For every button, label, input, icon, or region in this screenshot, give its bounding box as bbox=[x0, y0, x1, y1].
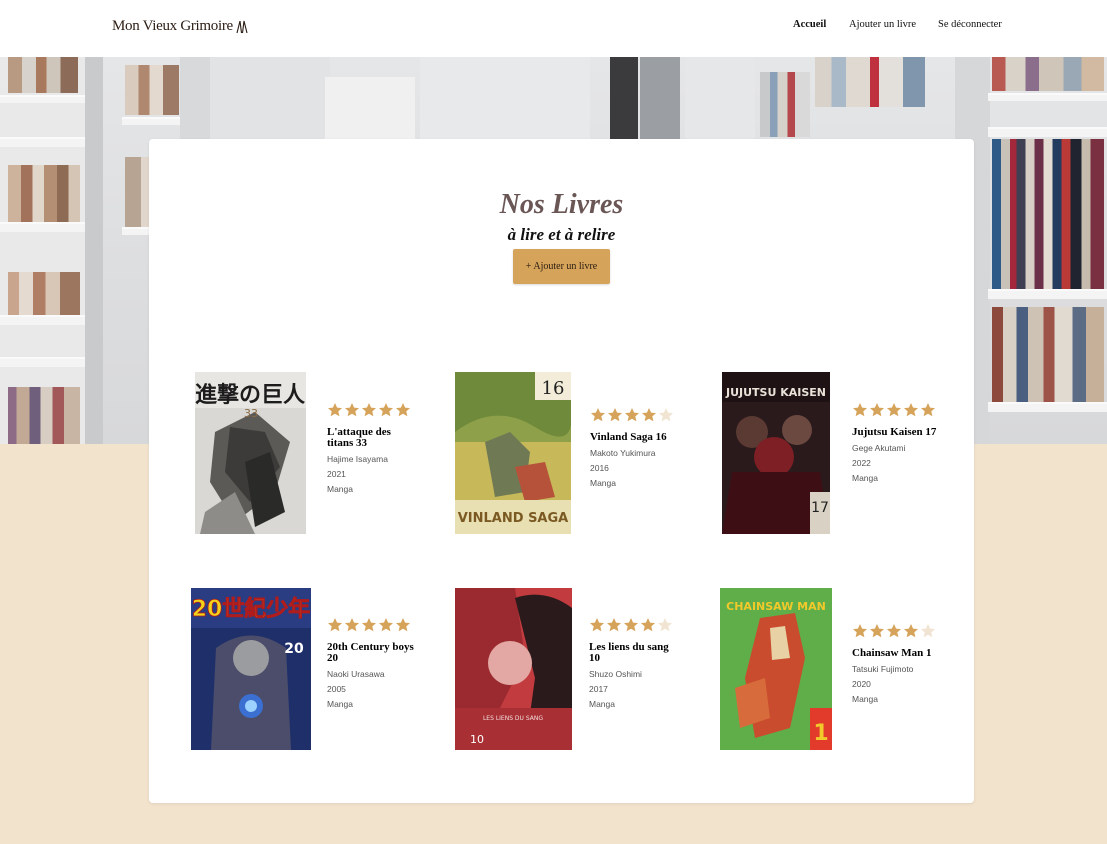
star-filled-icon bbox=[379, 618, 393, 632]
add-book-button[interactable]: + Ajouter un livre bbox=[513, 249, 610, 284]
nav-home-link[interactable]: Accueil bbox=[793, 19, 826, 30]
cover-volume-number: 16 bbox=[542, 378, 565, 399]
books-panel: Nos Livres à lire et à relire + Ajouter … bbox=[149, 139, 974, 803]
star-filled-icon bbox=[870, 624, 884, 638]
star-filled-icon bbox=[591, 408, 605, 422]
book-author: Naoki Urasawa bbox=[327, 669, 385, 679]
book-genre: Manga bbox=[327, 699, 353, 709]
rating-stars bbox=[589, 617, 679, 633]
book-genre: Manga bbox=[852, 694, 878, 704]
rating-stars bbox=[327, 402, 417, 418]
cover-title-text: JUJUTSU KAISEN bbox=[725, 386, 826, 399]
star-filled-icon bbox=[379, 403, 393, 417]
star-filled-icon bbox=[625, 408, 639, 422]
cover-title-text: CHAINSAW MAN bbox=[726, 600, 826, 613]
star-empty-icon bbox=[921, 624, 935, 638]
star-filled-icon bbox=[641, 618, 655, 632]
star-filled-icon bbox=[328, 618, 342, 632]
star-filled-icon bbox=[328, 403, 342, 417]
star-filled-icon bbox=[396, 403, 410, 417]
star-filled-icon bbox=[345, 403, 359, 417]
star-filled-icon bbox=[345, 618, 359, 632]
cover-volume-number: 33 bbox=[244, 407, 258, 420]
cover-title-text: 進撃の巨人 bbox=[195, 383, 305, 408]
rating-stars bbox=[852, 623, 942, 639]
book-year: 2017 bbox=[589, 684, 608, 694]
rating-stars bbox=[852, 402, 942, 418]
book-cover-image: CHAINSAW MAN 1 bbox=[720, 588, 832, 750]
star-filled-icon bbox=[362, 403, 376, 417]
book-genre: Manga bbox=[590, 478, 616, 488]
star-filled-icon bbox=[396, 618, 410, 632]
book-year: 2020 bbox=[852, 679, 871, 689]
top-navbar: Mon Vieux Grimoire Accueil Ajouter un li… bbox=[0, 0, 1107, 57]
rating-stars bbox=[590, 407, 680, 423]
book-cover-image: 20世紀少年 20 bbox=[191, 588, 311, 750]
book-cover-image: 進撃の巨人 33 bbox=[195, 372, 306, 534]
book-author: Makoto Yukimura bbox=[590, 448, 656, 458]
book-genre: Manga bbox=[327, 484, 353, 494]
cover-title-text: LES LIENS DU SANG bbox=[483, 715, 543, 722]
star-filled-icon bbox=[904, 624, 918, 638]
book-genre: Manga bbox=[589, 699, 615, 709]
book-genre: Manga bbox=[852, 473, 878, 483]
nav-add-book-link[interactable]: Ajouter un livre bbox=[849, 19, 916, 30]
book-cover-image: JUJUTSU KAISEN 17 bbox=[722, 372, 830, 534]
rating-stars bbox=[327, 617, 417, 633]
book-title[interactable]: L'attaque des titans 33 bbox=[327, 427, 417, 449]
cover-volume-number: 17 bbox=[811, 500, 829, 516]
star-filled-icon bbox=[608, 408, 622, 422]
cover-volume-number: 20 bbox=[284, 641, 304, 657]
star-empty-icon bbox=[658, 618, 672, 632]
book-cover-image: 16 VINLAND SAGA bbox=[455, 372, 571, 534]
book-year: 2016 bbox=[590, 463, 609, 473]
star-filled-icon bbox=[590, 618, 604, 632]
star-filled-icon bbox=[624, 618, 638, 632]
star-empty-icon bbox=[659, 408, 673, 422]
page-subtitle: à lire et à relire bbox=[507, 225, 616, 244]
book-title[interactable]: Les liens du sang 10 bbox=[589, 642, 679, 664]
star-filled-icon bbox=[642, 408, 656, 422]
book-title[interactable]: Chainsaw Man 1 bbox=[852, 648, 942, 659]
cover-title-text: VINLAND SAGA bbox=[458, 511, 568, 526]
star-filled-icon bbox=[904, 403, 918, 417]
book-title[interactable]: Vinland Saga 16 bbox=[590, 432, 680, 443]
nav-logout-link[interactable]: Se déconnecter bbox=[938, 19, 1002, 30]
book-author: Hajime Isayama bbox=[327, 454, 388, 464]
cover-title-text: 20世紀少年 bbox=[192, 596, 311, 622]
star-filled-icon bbox=[870, 403, 884, 417]
book-title[interactable]: Jujutsu Kaisen 17 bbox=[852, 427, 942, 438]
star-filled-icon bbox=[607, 618, 621, 632]
star-filled-icon bbox=[887, 403, 901, 417]
star-filled-icon bbox=[887, 624, 901, 638]
main-nav: Accueil Ajouter un livre Se déconnecter bbox=[0, 19, 1107, 33]
book-author: Gege Akutami bbox=[852, 443, 906, 453]
star-filled-icon bbox=[853, 624, 867, 638]
book-cover-image: LES LIENS DU SANG 10 bbox=[455, 588, 572, 750]
cover-volume-number: 10 bbox=[470, 733, 484, 746]
star-filled-icon bbox=[362, 618, 376, 632]
book-year: 2021 bbox=[327, 469, 346, 479]
book-year: 2022 bbox=[852, 458, 871, 468]
page-title: Nos Livres bbox=[499, 189, 624, 220]
book-year: 2005 bbox=[327, 684, 346, 694]
star-filled-icon bbox=[853, 403, 867, 417]
book-author: Shuzo Oshimi bbox=[589, 669, 642, 679]
star-filled-icon bbox=[921, 403, 935, 417]
book-author: Tatsuki Fujimoto bbox=[852, 664, 914, 674]
book-title[interactable]: 20th Century boys 20 bbox=[327, 642, 417, 664]
cover-volume-number: 1 bbox=[813, 721, 828, 746]
